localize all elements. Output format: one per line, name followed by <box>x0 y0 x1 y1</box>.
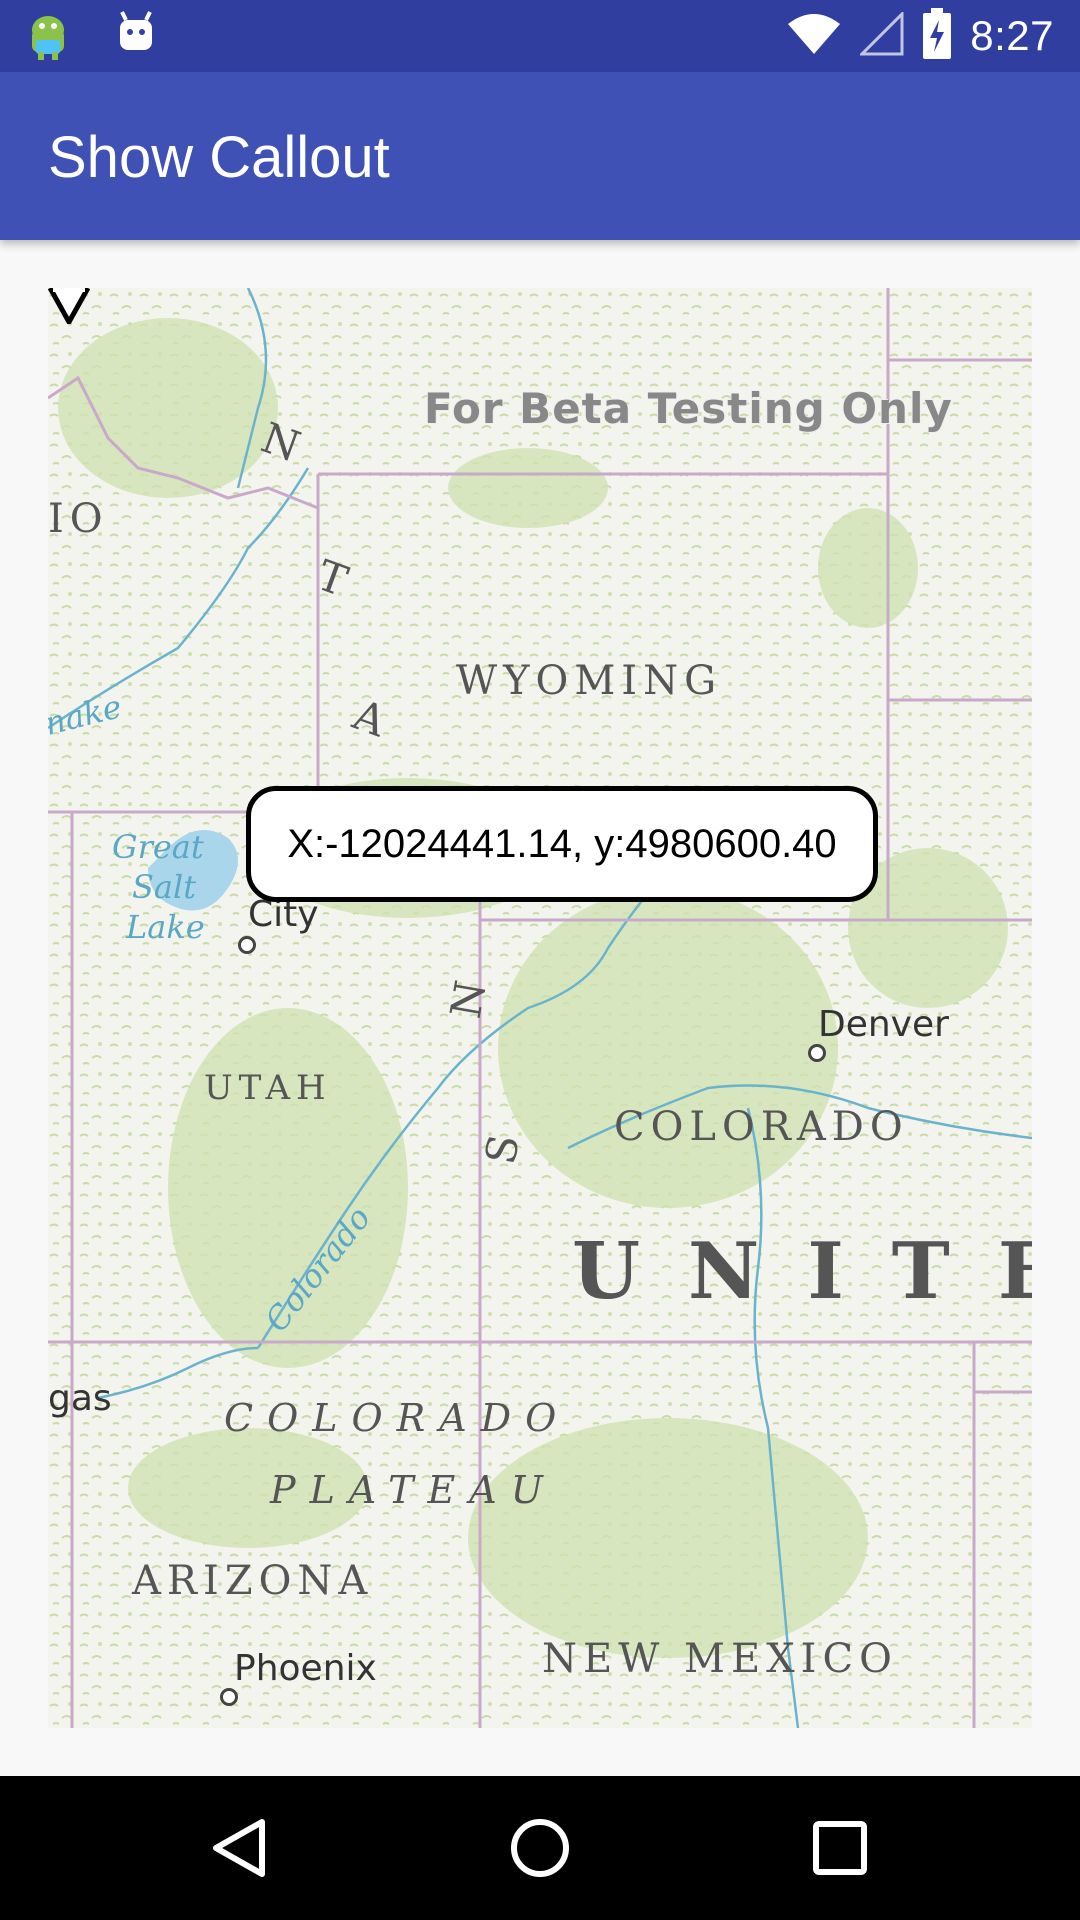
content-area: For Beta Testing Only IO WYOMING UTAH CO… <box>0 240 1080 1776</box>
status-bar: 8:27 <box>0 0 1080 72</box>
wyoming-label: WYOMING <box>456 658 723 704</box>
denver-label: Denver <box>818 1004 949 1045</box>
app-bar: Show Callout <box>0 72 1080 240</box>
page-title: Show Callout <box>48 125 390 190</box>
map-view[interactable]: For Beta Testing Only IO WYOMING UTAH CO… <box>48 288 1032 1728</box>
status-time: 8:27 <box>970 12 1054 59</box>
back-icon[interactable] <box>204 1812 276 1884</box>
colorado-plateau-label-2: PLATEAU <box>270 1468 557 1512</box>
rockies-letter-s: S <box>475 1117 532 1168</box>
great-salt-lake-label-2: Salt <box>132 868 197 906</box>
phoenix-label: Phoenix <box>234 1648 377 1689</box>
wifi-icon <box>786 12 842 61</box>
great-salt-lake-label-3: Lake <box>126 908 205 946</box>
utah-label: UTAH <box>204 1068 332 1108</box>
denver-marker <box>808 1044 826 1062</box>
callout-pointer <box>48 288 90 324</box>
home-icon[interactable] <box>504 1812 576 1884</box>
new-mexico-label: NEW MEXICO <box>542 1636 898 1682</box>
battery-charging-icon <box>922 7 952 65</box>
arizona-label: ARIZONA <box>132 1558 374 1604</box>
recents-icon[interactable] <box>804 1812 876 1884</box>
country-label: UNITE <box>572 1226 1032 1317</box>
cell-signal-icon <box>858 9 904 61</box>
colorado-plateau-label-1: COLORADO <box>224 1396 571 1440</box>
callout-coordinates-text: X:-12024441.14, y:4980600.40 <box>287 821 837 866</box>
android-debug-icon <box>24 10 72 67</box>
phoenix-marker <box>220 1688 238 1706</box>
salt-lake-city-marker <box>238 936 256 954</box>
map-callout[interactable]: X:-12024441.14, y:4980600.40 <box>246 786 878 902</box>
rockies-letter-n2: N <box>440 963 498 1022</box>
navigation-bar <box>0 1776 1080 1920</box>
las-vegas-partial-label: gas <box>48 1378 112 1419</box>
idaho-partial-label: IO <box>48 496 109 542</box>
beta-watermark: For Beta Testing Only <box>424 384 953 433</box>
colorado-label: COLORADO <box>614 1104 909 1150</box>
android-face-icon <box>116 10 156 67</box>
great-salt-lake-label-1: Great <box>112 828 204 866</box>
